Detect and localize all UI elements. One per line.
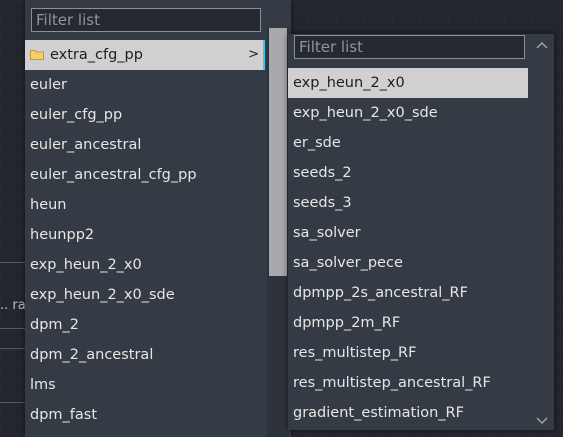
menu-item[interactable]: exp_heun_2_x0_sde [25, 280, 265, 310]
menu-item-extra-cfg-pp[interactable]: extra_cfg_pp > [25, 40, 265, 70]
submenu-item[interactable]: sa_solver_pece [288, 248, 528, 278]
submenu-item[interactable]: dpmpp_2m_RF [288, 308, 528, 338]
submenu-item[interactable]: gradient_estimation_RF [288, 398, 528, 428]
menu-item[interactable]: exp_heun_2_x0 [25, 250, 265, 280]
scroll-up-icon[interactable] [534, 37, 550, 49]
menu-item[interactable]: euler [25, 70, 265, 100]
submenu-item[interactable]: seeds_3 [288, 188, 528, 218]
menu-item[interactable]: euler_cfg_pp [25, 100, 265, 130]
submenu-item[interactable]: dpmpp_2s_ancestral_RF [288, 278, 528, 308]
menu-item[interactable]: dpm_fast [25, 400, 265, 430]
scrollbar-thumb[interactable] [269, 28, 287, 276]
sampler-dropdown-menu: extra_cfg_pp > euler euler_cfg_pp euler_… [25, 0, 291, 437]
menu-item[interactable]: dpm_2_ancestral [25, 340, 265, 370]
menu-item[interactable]: euler_ancestral_cfg_pp [25, 160, 265, 190]
menu-item[interactable]: euler_ancestral [25, 130, 265, 160]
submenu-item[interactable]: seeds_2 [288, 158, 528, 188]
menu-item[interactable]: heunpp2 [25, 220, 265, 250]
menu-item-label: extra_cfg_pp [50, 47, 143, 63]
menu-item[interactable]: heun [25, 190, 265, 220]
filter-input[interactable] [31, 8, 261, 32]
submenu-item[interactable]: exp_heun_2_x0 [288, 68, 528, 98]
menu-item[interactable]: lms [25, 370, 265, 400]
submenu-item[interactable]: res_multistep_ancestral_RF [288, 368, 528, 398]
folder-icon [30, 41, 44, 60]
submenu-filter-input[interactable] [294, 35, 525, 59]
active-submenu-indicator [263, 40, 265, 70]
submenu-arrow-icon: > [248, 47, 259, 62]
submenu-item[interactable]: er_sde [288, 128, 528, 158]
submenu-item[interactable]: exp_heun_2_x0_sde [288, 98, 528, 128]
submenu-item[interactable]: sa_solver [288, 218, 528, 248]
submenu-item[interactable]: res_multistep_RF [288, 338, 528, 368]
extra-cfg-pp-submenu: exp_heun_2_x0 exp_heun_2_x0_sde er_sde s… [288, 34, 554, 430]
menu-item[interactable]: dpm_2 [25, 310, 265, 340]
scroll-down-icon[interactable] [534, 411, 550, 425]
